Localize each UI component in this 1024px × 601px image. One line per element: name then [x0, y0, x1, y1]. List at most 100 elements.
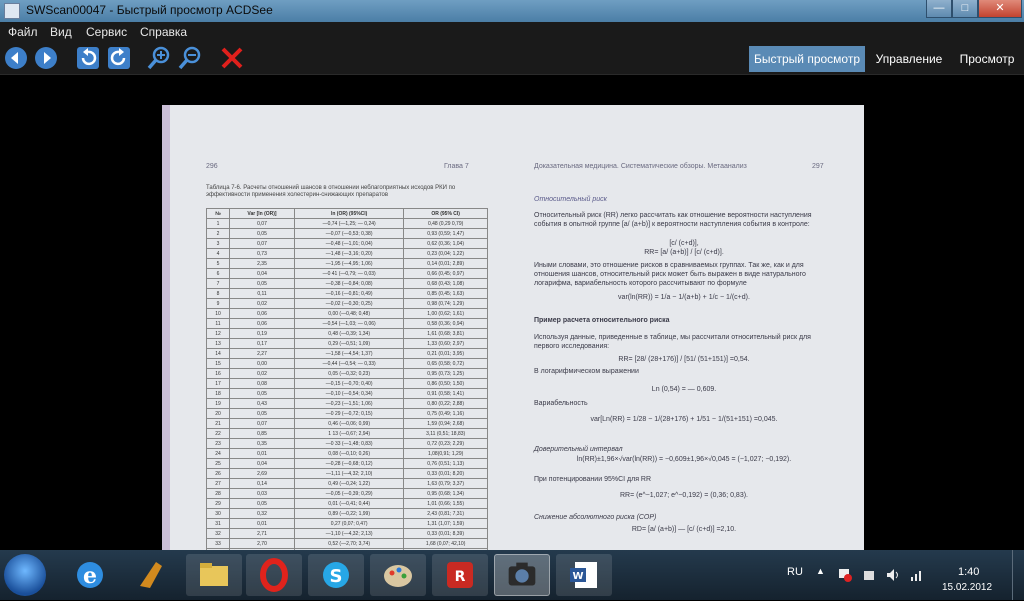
svg-text:S: S: [330, 566, 343, 587]
table-cell: 0,75 (0,49; 1,16): [403, 408, 488, 419]
zoom-in-icon[interactable]: [147, 46, 171, 70]
clock-time[interactable]: 1:40: [958, 566, 979, 578]
table-cell: 10: [206, 308, 230, 319]
table-cell: 6: [206, 268, 230, 279]
right-page-paragraph: Доверительный интервал: [534, 446, 623, 453]
table-cell: 0,07: [229, 418, 295, 429]
language-indicator[interactable]: RU: [787, 566, 803, 578]
page-spine: [162, 105, 170, 550]
rotate-left-icon[interactable]: [76, 46, 100, 70]
table-cell: —0,54 (—1,03; — 0,06): [293, 318, 405, 329]
minimize-button[interactable]: —: [926, 0, 952, 18]
table-cell: 0,33 (0,01; 8,20): [403, 468, 488, 479]
show-hidden-icons[interactable]: ▲: [816, 566, 825, 576]
back-icon[interactable]: [4, 46, 28, 70]
acdsee-icon[interactable]: [494, 554, 550, 596]
svg-text:e: e: [83, 563, 97, 589]
table-cell: 30: [206, 508, 230, 519]
table-cell: —1,58 (—4,54; 1,37): [293, 348, 405, 359]
menu-file[interactable]: Файл: [8, 25, 38, 39]
menu-view[interactable]: Вид: [50, 25, 72, 39]
clock-date[interactable]: 15.02.2012: [942, 582, 992, 593]
table-row: 29 0,05 0,01 (—0,41; 0,44) 1,01 (0,66; 1,55…: [206, 498, 488, 509]
table-cell: —0,28 (—0,68; 0,12): [293, 458, 405, 469]
table-cell: 0,02: [229, 368, 295, 379]
right-page-paragraph: Используя данные, приведенные в таблице,…: [534, 334, 811, 350]
table-cell: 9: [206, 298, 230, 309]
skype-icon[interactable]: S: [308, 554, 364, 596]
table-row: 20 0,05 —0 29 (—0,72; 0,15) 0,75 (0,49; 1,1…: [206, 408, 488, 419]
table-cell: 0,11: [229, 288, 295, 299]
table-row: 22 0,85 1 13 (—0,67; 2,94) 3,11 (0,51; 18,8…: [206, 428, 488, 439]
right-page-number: 297: [812, 163, 824, 170]
table-cell: —0 29 (—0,72; 0,15): [293, 408, 405, 419]
paint-icon[interactable]: [370, 554, 426, 596]
table-cell: 0,08 (—0,10; 0,26): [293, 448, 405, 459]
window-title: SWScan00047 - Быстрый просмотр ACDSee: [26, 3, 273, 17]
table-cell: 0,21 (0,01; 3,95): [403, 348, 488, 359]
table-cell: 0,43: [229, 398, 295, 409]
network-icon[interactable]: [910, 568, 924, 582]
table-row: 4 0,73 —1,48 (—3,16; 0,20) 0,23 (0,04; 1,22…: [206, 248, 488, 259]
start-button[interactable]: [4, 554, 46, 596]
tab-quick-view[interactable]: Быстрый просмотр: [749, 46, 865, 72]
file-explorer-icon[interactable]: [186, 554, 242, 596]
table-cell: 23: [206, 438, 230, 449]
rotate-right-icon[interactable]: [107, 46, 131, 70]
table-cell: 0,01: [229, 448, 295, 459]
right-page-paragraph: Вариабельность: [534, 400, 588, 407]
table-cell: 2,71: [229, 528, 295, 539]
table-cell: —0,38 (—0,84; 0,08): [293, 278, 405, 289]
maximize-button[interactable]: □: [952, 0, 978, 18]
table-cell: 22: [206, 428, 230, 439]
table-row: 6 0,04 —0 41 (—0,79; — 0,03) 0,66 (0,45; 0,…: [206, 268, 488, 279]
power-icon[interactable]: [862, 568, 876, 582]
word-icon[interactable]: W: [556, 554, 612, 596]
table-cell: 0,66 (0,45; 0,97): [403, 268, 488, 279]
table-cell: 2,69: [229, 468, 295, 479]
table-row: 33 2,70 0,52 (—2,70; 3,74) 1,68 (0,07; 42,1…: [206, 538, 488, 549]
flag-icon[interactable]: [838, 568, 852, 582]
tab-view[interactable]: Просмотр: [954, 46, 1020, 72]
table-cell: 0,32: [229, 508, 295, 519]
menu-service[interactable]: Сервис: [86, 25, 127, 39]
column-header: Var [ln (OR)]: [229, 208, 295, 219]
show-desktop-button[interactable]: [1012, 550, 1024, 600]
table-row: 18 0,05 —0,10 (—0,54; 0,34) 0,91 (0,58; 1,4…: [206, 388, 488, 399]
opera-icon[interactable]: [246, 554, 302, 596]
table-cell: 3,11 (0,51; 18,83): [403, 428, 488, 439]
winamp-icon[interactable]: [122, 554, 178, 596]
right-page-paragraph: RR= [28/ (28+176)] / [51/ (51+151)] =0,5…: [618, 356, 750, 363]
menu-help[interactable]: Справка: [140, 25, 187, 39]
table-cell: 0,01 (—0,41; 0,44): [293, 498, 405, 509]
acdsee-app-icon: [4, 3, 20, 19]
forward-icon[interactable]: [34, 46, 58, 70]
table-cell: 0,05: [229, 408, 295, 419]
ie-icon[interactable]: e: [62, 554, 118, 596]
table-cell: 26: [206, 468, 230, 479]
table-cell: 12: [206, 328, 230, 339]
menu-bar: Файл Вид Сервис Справка: [0, 22, 1024, 42]
table-cell: 1,08(0,91; 1,29): [403, 448, 488, 459]
table-row: 24 0,01 0,08 (—0,10; 0,26) 1,08(0,91; 1,29): [206, 448, 488, 459]
table-row: 3 0,07 —0,48 (—1,01; 0,04) 0,62 (0,36; 1,04…: [206, 238, 488, 249]
table-cell: 0,05: [229, 278, 295, 289]
close-button[interactable]: ✕: [978, 0, 1022, 18]
table-cell: 0,00: [229, 358, 295, 369]
right-page-paragraph: var(ln(RR)) = 1/a − 1/(a+b) + 1/c − 1/(c…: [618, 294, 750, 301]
table-cell: 0,17: [229, 338, 295, 349]
table-cell: —0,48 (—1,01; 0,04): [293, 238, 405, 249]
zoom-out-icon[interactable]: [178, 46, 202, 70]
table-cell: 0,05: [229, 498, 295, 509]
table-cell: 27: [206, 478, 230, 489]
delete-icon[interactable]: [220, 46, 244, 70]
table-row: 9 0,02 —0,02 (—0,30; 0,25) 0,98 (0,74; 1,29…: [206, 298, 488, 309]
table-cell: 32: [206, 528, 230, 539]
image-viewer[interactable]: 296 Глава 7 Доказательная медицина. Сист…: [0, 75, 1024, 550]
taskbar: e S R W RU ▲ 1:40 15.02.2012: [0, 550, 1024, 600]
table-cell: 0,05: [229, 388, 295, 399]
foxit-reader-icon[interactable]: R: [432, 554, 488, 596]
volume-icon[interactable]: [886, 568, 900, 582]
column-header: ln (OR) (95%CI): [293, 208, 405, 219]
tab-manage[interactable]: Управление: [870, 46, 948, 72]
